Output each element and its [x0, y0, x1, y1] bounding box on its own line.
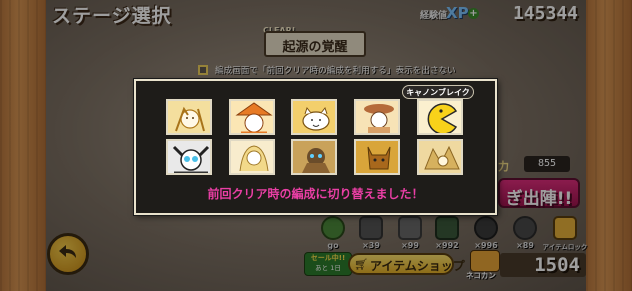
- cat-unit-3-icon: [293, 101, 335, 133]
- cat-unit-slot-1: [166, 99, 212, 135]
- cat-unit-slot-6: [166, 139, 212, 175]
- lineup-switched-message: 前回クリア時の編成に切り替えました！: [207, 187, 424, 201]
- cat-unit-9-icon: [356, 141, 398, 173]
- cat-unit-slot-9: [354, 139, 400, 175]
- cat-unit-2-icon: [231, 101, 273, 133]
- cat-unit-6-icon: [168, 141, 210, 173]
- cat-unit-7-icon: [231, 141, 273, 173]
- cat-unit-slot-2: [229, 99, 275, 135]
- cat-unit-5-icon: [419, 101, 461, 133]
- cannon-type-tag: キャノンブレイク砲: [402, 85, 474, 108]
- cat-unit-slot-3: [291, 99, 337, 135]
- cat-unit-slot-8: [291, 139, 337, 175]
- lineup-switched-dialog: キャノンブレイク砲: [134, 79, 497, 215]
- cat-unit-8-icon: [293, 141, 335, 173]
- cat-unit-1-icon: [168, 101, 210, 133]
- cat-unit-4-icon: [356, 101, 398, 133]
- cat-unit-10-icon: [419, 141, 461, 173]
- cat-unit-slot-7: [229, 139, 275, 175]
- cat-unit-slot-5: [417, 99, 463, 135]
- cat-unit-slot-10: [417, 139, 463, 175]
- cat-unit-slot-4: [354, 99, 400, 135]
